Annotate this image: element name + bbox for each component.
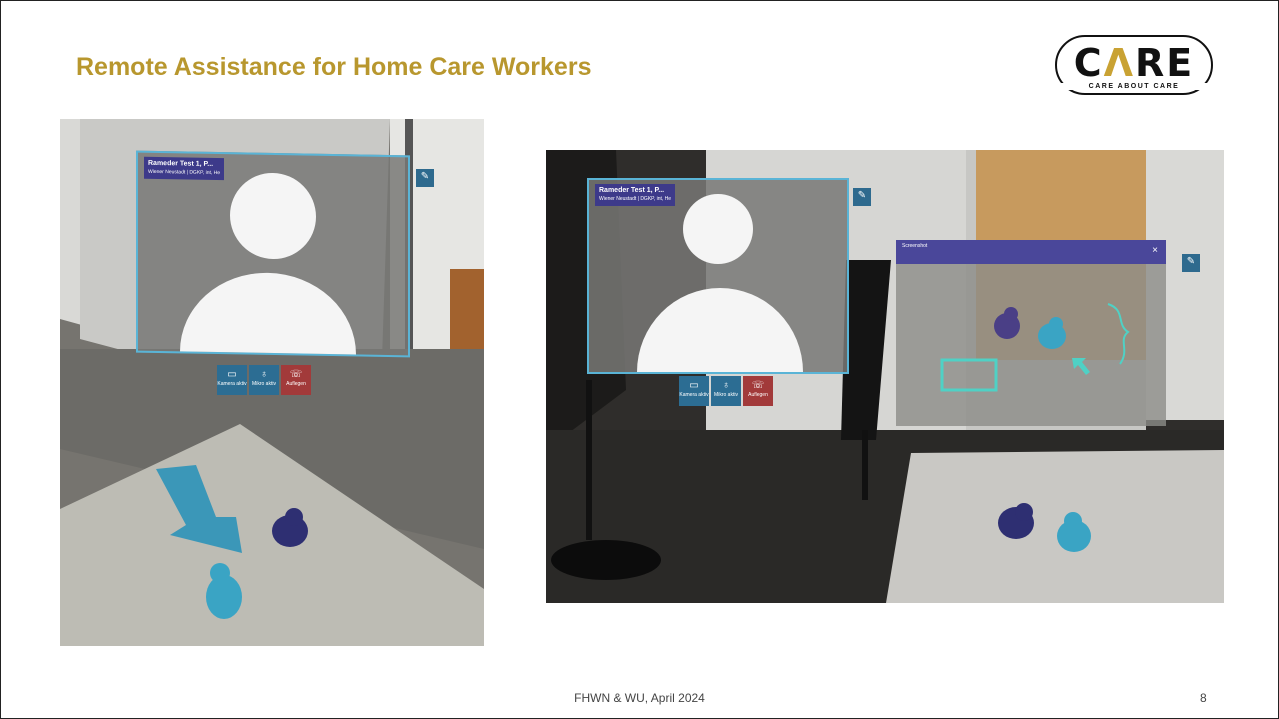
caller-subtitle: Wiener Neustadt | DGKP, int, He bbox=[599, 196, 672, 202]
care-logo: CΛRE CARE ABOUT CARE bbox=[1055, 35, 1213, 95]
microphone-button[interactable]: ♁ Mikro aktiv bbox=[249, 365, 279, 395]
camera-icon: ▭ bbox=[689, 380, 699, 391]
avatar-head-icon bbox=[230, 172, 316, 260]
microphone-label: Mikro aktiv bbox=[252, 381, 276, 387]
avatar-body-icon bbox=[180, 271, 356, 355]
microphone-icon: ♁ bbox=[260, 369, 268, 380]
screenshot-panel: Screenshot × bbox=[896, 240, 1166, 426]
slide-title: Remote Assistance for Home Care Workers bbox=[76, 53, 592, 81]
avatar-body-icon bbox=[637, 288, 803, 372]
pin-icon: ✎ bbox=[420, 171, 430, 182]
microphone-icon: ♁ bbox=[722, 380, 730, 391]
microphone-button[interactable]: ♁ Mikro aktiv bbox=[711, 376, 741, 406]
caller-subtitle: Wiener Neustadt | DGKP, int, He bbox=[148, 168, 221, 177]
page-number: 8 bbox=[1200, 691, 1207, 705]
logo-tagline: CARE ABOUT CARE bbox=[1057, 83, 1211, 90]
camera-icon: ▭ bbox=[227, 369, 237, 380]
pin-button[interactable]: ✎ bbox=[853, 188, 871, 206]
camera-label: Kamera aktiv bbox=[217, 381, 247, 387]
photo-hololens-call-room: Screenshot × ✎ Rameder Test 1, P... Wien… bbox=[546, 150, 1224, 603]
caller-name: Rameder Test 1, P... bbox=[599, 187, 665, 194]
hang-up-icon: ☏ bbox=[289, 369, 303, 380]
pin-button[interactable]: ✎ bbox=[416, 169, 434, 187]
photo-hololens-call-table: Rameder Test 1, P... Wiener Neustadt | D… bbox=[60, 119, 484, 646]
video-call-window: Rameder Test 1, P... Wiener Neustadt | D… bbox=[136, 150, 410, 358]
hang-up-icon: ☏ bbox=[751, 380, 765, 391]
hang-up-button[interactable]: ☏ Auflegen bbox=[281, 365, 311, 395]
avatar-head-icon bbox=[683, 194, 753, 264]
microphone-label: Mikro aktiv bbox=[714, 392, 738, 398]
video-call-window: Rameder Test 1, P... Wiener Neustadt | D… bbox=[587, 178, 849, 374]
camera-button[interactable]: ▭ Kamera aktiv bbox=[217, 365, 247, 395]
footer-text: FHWN & WU, April 2024 bbox=[574, 691, 705, 705]
pin-icon: ✎ bbox=[857, 190, 867, 201]
logo-wordmark: CΛRE bbox=[1073, 41, 1195, 85]
hang-up-button[interactable]: ☏ Auflegen bbox=[743, 376, 773, 406]
caller-name: Rameder Test 1, P... bbox=[148, 159, 214, 168]
camera-button[interactable]: ▭ Kamera aktiv bbox=[679, 376, 709, 406]
caller-name-badge: Rameder Test 1, P... Wiener Neustadt | D… bbox=[144, 156, 225, 181]
screenshot-pin-button[interactable]: ✎ bbox=[1182, 254, 1200, 272]
hang-up-label: Auflegen bbox=[748, 392, 768, 398]
hang-up-label: Auflegen bbox=[286, 381, 306, 387]
slide: Remote Assistance for Home Care Workers … bbox=[0, 0, 1279, 719]
caller-name-badge: Rameder Test 1, P... Wiener Neustadt | D… bbox=[595, 184, 676, 206]
pin-icon: ✎ bbox=[1186, 256, 1196, 267]
camera-label: Kamera aktiv bbox=[679, 392, 709, 398]
screenshot-annotations bbox=[940, 303, 1130, 392]
